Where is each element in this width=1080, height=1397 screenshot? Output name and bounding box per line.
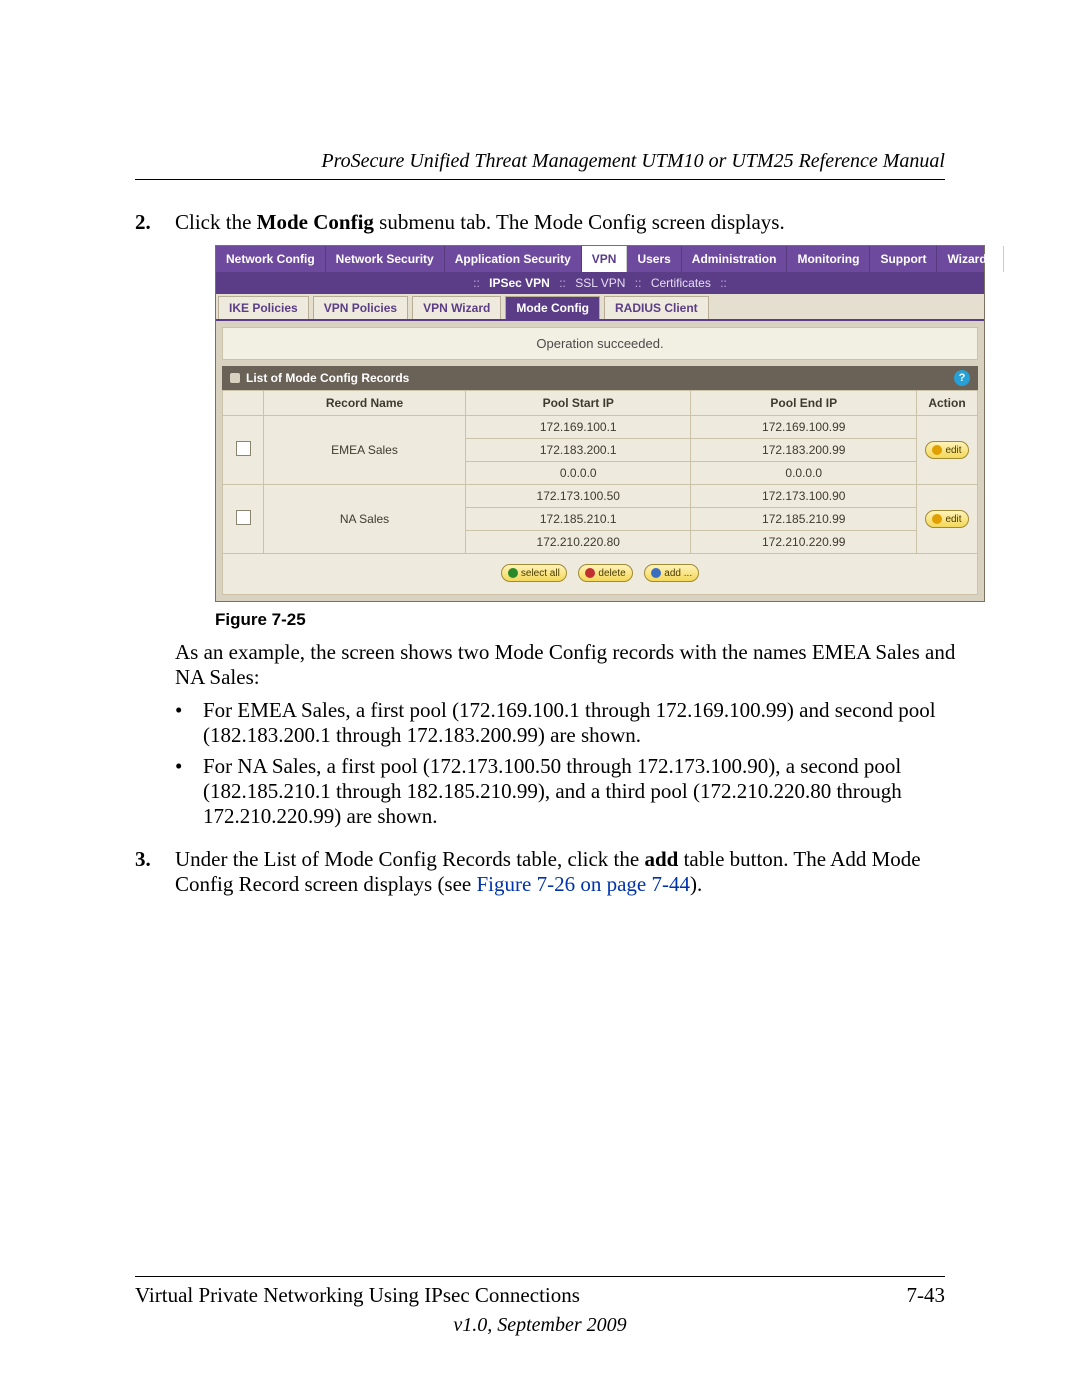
cell-start-ip: 172.169.100.1 <box>466 416 691 439</box>
cell-record-name: EMEA Sales <box>264 416 466 485</box>
page-footer: Virtual Private Networking Using IPsec C… <box>135 1276 945 1337</box>
add-label: add ... <box>664 568 692 579</box>
cell-start-ip: 172.183.200.1 <box>466 439 691 462</box>
innertab-mode-config[interactable]: Mode Config <box>505 296 600 319</box>
edit-label: edit <box>945 514 961 525</box>
subtab-ipsec-vpn[interactable]: IPSec VPN <box>487 276 552 290</box>
tab-administration[interactable]: Administration <box>682 246 788 272</box>
cell-end-ip: 172.210.220.99 <box>691 531 917 554</box>
step-3-number: 3. <box>135 847 175 897</box>
innertab-ike-policies[interactable]: IKE Policies <box>218 296 309 319</box>
tab-wizards[interactable]: Wizards <box>937 246 1004 272</box>
cell-record-name: NA Sales <box>264 485 466 554</box>
sep-icon: :: <box>469 276 484 290</box>
running-head: ProSecure Unified Threat Management UTM1… <box>135 150 945 180</box>
cell-start-ip: 0.0.0.0 <box>466 462 691 485</box>
check-icon <box>508 568 518 578</box>
edit-label: edit <box>945 445 961 456</box>
figure-cross-ref-link[interactable]: Figure 7-26 on page 7-44 <box>477 872 690 896</box>
bullet-emea: For EMEA Sales, a first pool (172.169.10… <box>203 698 985 748</box>
innertab-vpn-wizard[interactable]: VPN Wizard <box>412 296 501 319</box>
sep-icon: :: <box>716 276 731 290</box>
sub-tab-bar: :: IPSec VPN :: SSL VPN :: Certificates … <box>216 272 984 294</box>
footer-chapter: Virtual Private Networking Using IPsec C… <box>135 1283 580 1308</box>
tab-network-config[interactable]: Network Config <box>216 246 326 272</box>
table-row: NA Sales 172.173.100.50 172.173.100.90 e… <box>223 485 978 508</box>
step-3-text-a: Under the List of Mode Config Records ta… <box>175 847 644 871</box>
edit-icon <box>932 514 942 524</box>
step-2-text-c: submenu tab. The Mode Config screen disp… <box>374 210 785 234</box>
status-message: Operation succeeded. <box>222 327 978 360</box>
edit-icon <box>932 445 942 455</box>
delete-label: delete <box>598 568 625 579</box>
col-pool-end: Pool End IP <box>691 391 917 416</box>
select-all-label: select all <box>521 568 560 579</box>
section-header: List of Mode Config Records ? <box>222 366 978 390</box>
edit-button[interactable]: edit <box>925 510 968 528</box>
footer-version: v1.0, September 2009 <box>135 1314 945 1337</box>
edit-button[interactable]: edit <box>925 441 968 459</box>
add-button[interactable]: add ... <box>644 564 699 582</box>
cell-start-ip: 172.210.220.80 <box>466 531 691 554</box>
tab-monitoring[interactable]: Monitoring <box>787 246 870 272</box>
sep-icon: :: <box>555 276 570 290</box>
cell-end-ip: 172.185.210.99 <box>691 508 917 531</box>
cell-start-ip: 172.173.100.50 <box>466 485 691 508</box>
figure-caption: Figure 7-25 <box>215 610 985 630</box>
tab-support[interactable]: Support <box>870 246 937 272</box>
mode-config-screenshot: Network Config Network Security Applicat… <box>215 245 985 602</box>
cell-end-ip: 172.183.200.99 <box>691 439 917 462</box>
inner-tab-bar: IKE Policies VPN Policies VPN Wizard Mod… <box>216 294 984 321</box>
cell-start-ip: 172.185.210.1 <box>466 508 691 531</box>
step-2-number: 2. <box>135 210 175 835</box>
step-2-text-a: Click the <box>175 210 257 234</box>
sep-icon: :: <box>631 276 646 290</box>
tab-network-security[interactable]: Network Security <box>326 246 445 272</box>
col-action: Action <box>917 391 978 416</box>
select-all-button[interactable]: select all <box>501 564 567 582</box>
add-icon <box>651 568 661 578</box>
main-tab-bar: Network Config Network Security Applicat… <box>216 246 984 272</box>
cell-end-ip: 172.173.100.90 <box>691 485 917 508</box>
help-icon[interactable]: ? <box>954 370 970 386</box>
tab-application-security[interactable]: Application Security <box>445 246 582 272</box>
row-checkbox[interactable] <box>236 510 251 525</box>
section-title: List of Mode Config Records <box>246 371 409 385</box>
subtab-ssl-vpn[interactable]: SSL VPN <box>573 276 627 290</box>
section-handle-icon <box>230 373 240 383</box>
subtab-certificates[interactable]: Certificates <box>649 276 713 290</box>
tab-vpn[interactable]: VPN <box>582 246 628 272</box>
cell-end-ip: 172.169.100.99 <box>691 416 917 439</box>
bullet-na: For NA Sales, a first pool (172.173.100.… <box>203 754 985 829</box>
innertab-vpn-policies[interactable]: VPN Policies <box>313 296 408 319</box>
step-2-bold: Mode Config <box>257 210 374 234</box>
step-3-bold: add <box>644 847 678 871</box>
footer-page-number: 7-43 <box>907 1283 946 1308</box>
tab-users[interactable]: Users <box>627 246 681 272</box>
col-record-name: Record Name <box>264 391 466 416</box>
table-row: EMEA Sales 172.169.100.1 172.169.100.99 … <box>223 416 978 439</box>
mode-config-table: Record Name Pool Start IP Pool End IP Ac… <box>222 390 978 554</box>
delete-icon <box>585 568 595 578</box>
table-button-row: select all delete add ... <box>222 554 978 595</box>
row-checkbox[interactable] <box>236 441 251 456</box>
innertab-radius-client[interactable]: RADIUS Client <box>604 296 709 319</box>
step-2-body: Click the Mode Config submenu tab. The M… <box>175 210 985 835</box>
example-paragraph: As an example, the screen shows two Mode… <box>175 640 985 690</box>
step-3-text-d: ). <box>690 872 702 896</box>
cell-end-ip: 0.0.0.0 <box>691 462 917 485</box>
delete-button[interactable]: delete <box>578 564 632 582</box>
step-3-body: Under the List of Mode Config Records ta… <box>175 847 945 897</box>
col-checkbox <box>223 391 264 416</box>
col-pool-start: Pool Start IP <box>466 391 691 416</box>
